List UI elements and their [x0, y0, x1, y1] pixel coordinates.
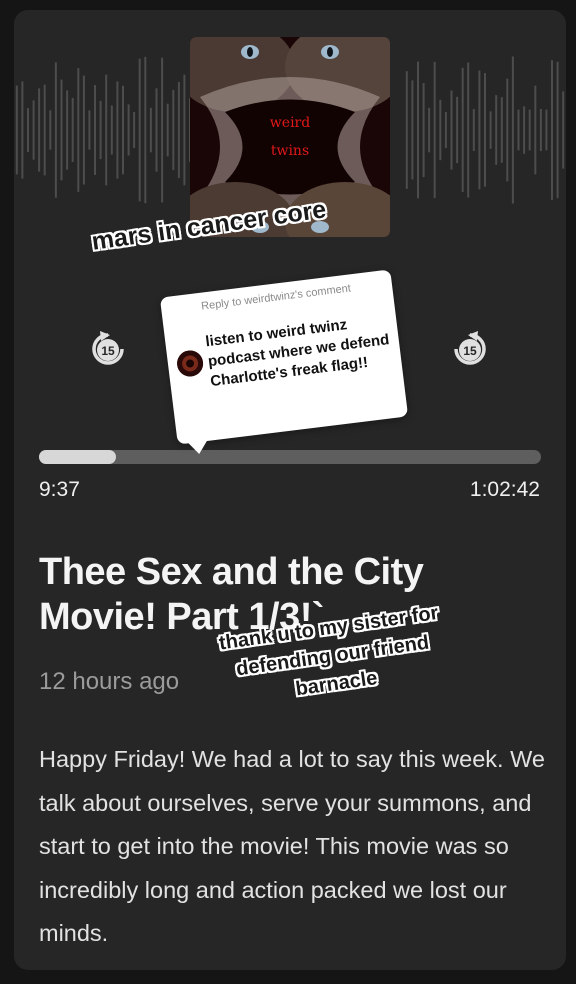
- skip-forward-seconds: 15: [463, 344, 477, 358]
- avatar: [175, 349, 205, 378]
- episode-description: Happy Friday! We had a lot to say this w…: [39, 746, 545, 946]
- elapsed-time: 9:37: [39, 478, 80, 501]
- podcast-episode-card: weird twins 15 15 9:37 1:02:42 Thee Sex …: [14, 10, 566, 970]
- episode-published-date: 12 hours ago: [39, 668, 180, 695]
- reply-comment-sticker[interactable]: Reply to weirdtwinz's comment listen to …: [159, 269, 409, 456]
- reply-comment-text: listen to weird twinz podcast where we d…: [204, 316, 391, 391]
- rewind-15-icon: 15: [92, 331, 124, 365]
- forward-15-icon: 15: [454, 331, 486, 365]
- skip-back-button[interactable]: 15: [88, 329, 128, 369]
- skip-forward-button[interactable]: 15: [450, 329, 490, 369]
- cover-title-line1: weird: [269, 115, 311, 131]
- waveform-left: [15, 55, 203, 205]
- playback-progress-bar[interactable]: [39, 450, 541, 464]
- skip-back-seconds: 15: [101, 344, 115, 358]
- reply-sticker-tail: [187, 439, 210, 456]
- cover-title-line2: twins: [270, 143, 310, 159]
- playback-progress-fill: [39, 450, 117, 464]
- waveform-right: [405, 56, 565, 204]
- total-duration: 1:02:42: [469, 478, 540, 501]
